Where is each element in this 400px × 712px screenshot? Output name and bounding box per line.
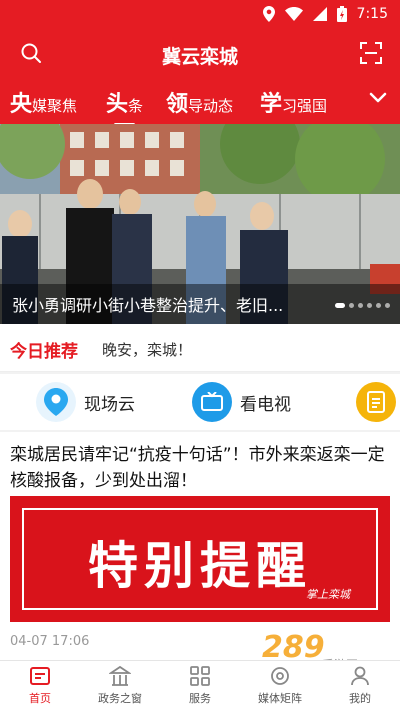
location-pin-icon (36, 382, 76, 422)
scan-button[interactable] (360, 42, 382, 68)
status-time: 7:15 (356, 6, 388, 22)
tv-icon (192, 382, 232, 422)
news-headline: 栾城居民请牢记“抗疫十句话”！市外来栾返栾一定核酸报备，少到处出溜！ (10, 445, 385, 491)
government-icon (109, 665, 131, 686)
scan-icon (360, 42, 382, 64)
news-poster-image: 特别提醒 掌上栾城 (10, 496, 390, 622)
bottom-navigation: 首页 政务之窗 服务 媒体矩阵 我的 (0, 660, 400, 712)
tab-headlines[interactable]: 头条 (106, 86, 143, 126)
carousel-indicator (335, 303, 390, 308)
nav-services[interactable]: 服务 (160, 665, 240, 706)
status-bar: 7:15 (0, 0, 400, 30)
quick-services-row: 现场云 看电视 (0, 374, 400, 430)
service-watch-tv[interactable]: 看电视 (192, 382, 291, 422)
carousel-dot (335, 303, 345, 308)
app-title: 冀云栾城 (161, 46, 238, 68)
tab-leadership[interactable]: 领导动态 (166, 86, 233, 118)
recommend-text: 晚安，栾城！ (102, 341, 193, 359)
channel-tabs: 央媒聚焦 头条 领导动态 学习强国 (0, 78, 400, 126)
top-banner-carousel[interactable]: 张小勇调研小街小巷整治提升、老旧... (0, 124, 400, 324)
app-header: 冀云栾城 (0, 30, 400, 78)
tabs-more-button[interactable] (368, 88, 388, 112)
today-recommend-bar[interactable]: 今日推荐 晚安，栾城！ (0, 324, 400, 372)
carousel-dot (349, 303, 354, 308)
news-item[interactable]: 栾城居民请牢记“抗疫十句话”！市外来栾返栾一定核酸报备，少到处出溜！ 特别提醒 … (0, 432, 400, 660)
nav-home[interactable]: 首页 (0, 665, 80, 706)
service-live-cloud[interactable]: 现场云 (36, 382, 135, 422)
carousel-dot (358, 303, 363, 308)
grid-icon (190, 666, 210, 686)
signal-icon (312, 7, 327, 21)
media-icon (271, 667, 289, 685)
wifi-icon (284, 7, 303, 21)
poster-signature: 掌上栾城 (306, 588, 350, 601)
user-icon (351, 666, 369, 686)
tab-central-media[interactable]: 央媒聚焦 (10, 86, 77, 118)
service-documents[interactable] (356, 382, 396, 422)
nav-government[interactable]: 政务之窗 (80, 665, 160, 706)
nav-mine[interactable]: 我的 (320, 665, 400, 706)
location-icon (262, 6, 275, 22)
tab-study[interactable]: 学习强国 (260, 86, 327, 118)
news-timestamp: 04-07 17:06 (10, 634, 90, 649)
carousel-dot (367, 303, 372, 308)
recommend-label: 今日推荐 (10, 342, 78, 362)
battery-icon (336, 6, 347, 22)
home-icon (30, 667, 50, 685)
chevron-down-icon (369, 92, 387, 103)
nav-media-matrix[interactable]: 媒体矩阵 (240, 665, 320, 706)
carousel-dot (385, 303, 390, 308)
document-icon (356, 382, 396, 422)
carousel-dot (376, 303, 381, 308)
banner-caption: 张小勇调研小街小巷整治提升、老旧... (12, 296, 284, 315)
